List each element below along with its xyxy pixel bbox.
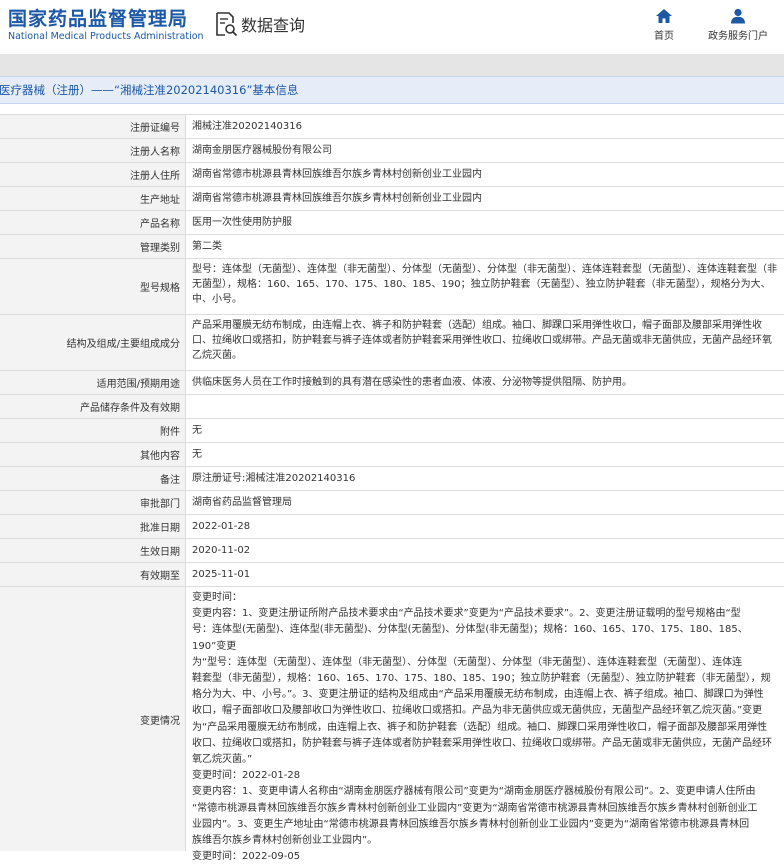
field-value: 2020-11-02 xyxy=(192,545,251,556)
field-value-text: 型号：连体型（无菌型）、连体型（非无菌型）、分体型（无菌型）、分体型（非无菌型）… xyxy=(192,264,777,305)
table-row: 适用范围/预期用途 供临床医务人员在工作时接触到的具有潜在感染性的患者血液、体液… xyxy=(0,371,784,395)
field-label: 管理类别 xyxy=(0,235,186,258)
change-line: 变更时间：2022-09-05 xyxy=(192,851,301,863)
table-row: 型号规格 型号：连体型（无菌型）、连体型（非无菌型）、分体型（无菌型）、分体型（… xyxy=(0,259,784,315)
change-line: 变更内容：1、变更注册证所附产品技术要求由“产品技术要求”变更为“产品技术要求”… xyxy=(192,608,741,620)
field-label: 产品储存条件及有效期 xyxy=(0,395,186,418)
field-value: 医用一次性使用防护服 xyxy=(192,217,292,228)
change-line: 格分为大、中、小号。”。3、变更注册证的结构及组成由“产品采用覆膜无纺布制成，由… xyxy=(192,689,764,701)
data-query-title: 数据查询 xyxy=(241,16,306,35)
field-label: 结构及组成/主要组成成分 xyxy=(0,315,186,370)
table-row: 批准日期 2022-01-28 xyxy=(0,515,784,539)
field-value: 无 xyxy=(192,425,202,436)
change-line: 鞋套型（非无菌型），规格：160、165、170、175、180、185、190… xyxy=(192,673,771,685)
field-label: 有效期至 xyxy=(0,563,186,586)
home-icon xyxy=(656,9,672,23)
table-row: 结构及组成/主要组成成分 产品采用覆膜无纺布制成，由连帽上衣、裤子和防护鞋套（选… xyxy=(0,315,784,371)
logo-title[interactable]: 国家药品监督管理局 xyxy=(8,4,188,31)
field-value: 产品采用覆膜无纺布制成，由连帽上衣、裤子和防护鞋套（选配）组成。袖口、脚踝口采用… xyxy=(186,315,784,370)
field-value: 湖南省常德市桃源县青林回族维吾尔族乡青林村创新创业工业园内 xyxy=(192,193,482,204)
field-label: 其他内容 xyxy=(0,443,186,466)
table-row: 产品名称 医用一次性使用防护服 xyxy=(0,211,784,235)
table-row: 有效期至 2025-11-01 xyxy=(0,563,784,587)
table-row-change-history: 变更情况 变更时间： 变更内容：1、变更注册证所附产品技术要求由“产品技术要求”… xyxy=(0,587,784,862)
field-label: 注册人名称 xyxy=(0,139,186,162)
field-value: 供临床医务人员在工作时接触到的具有潜在感染性的患者血液、体液、分泌物等提供阻隔、… xyxy=(192,377,632,388)
record-title-bar: 医疗器械（注册）——“湘械注准20202140316”基本信息 xyxy=(0,76,784,104)
field-label: 变更情况 xyxy=(0,587,186,851)
table-row: 审批部门 湖南省药品监督管理局 xyxy=(0,491,784,515)
field-value: 2025-11-01 xyxy=(192,569,251,580)
change-line: 族维吾尔族乡青林村创新创业工业园内”。 xyxy=(192,835,378,847)
table-row: 生产地址 湖南省常德市桃源县青林回族维吾尔族乡青林村创新创业工业园内 xyxy=(0,187,784,211)
change-line: 收口、拉绳收口或搭扣，防护鞋套与裤子连体或者防护鞋套采用弹性收口、拉绳收口或绑带… xyxy=(192,737,772,749)
field-label: 审批部门 xyxy=(0,491,186,514)
field-label: 生效日期 xyxy=(0,539,186,562)
nav-service-label: 政务服务门户 xyxy=(708,31,768,42)
nav-home-label: 首页 xyxy=(654,31,674,42)
record-title: 医疗器械（注册）——“湘械注准20202140316”基本信息 xyxy=(0,83,299,97)
change-history-content: 变更时间： 变更内容：1、变更注册证所附产品技术要求由“产品技术要求”变更为“产… xyxy=(186,587,784,862)
field-label: 批准日期 xyxy=(0,515,186,538)
change-line: 为“产品采用覆膜无纺布制成，由连帽上衣、裤子和防护鞋套（选配）组成。袖口、脚踝口… xyxy=(192,721,768,733)
field-value-text: 产品采用覆膜无纺布制成，由连帽上衣、裤子和防护鞋套（选配）组成。袖口、脚踝口采用… xyxy=(192,320,772,361)
change-line: 为“型号：连体型（无菌型）、连体型（非无菌型）、分体型（无菌型）、分体型（非无菌… xyxy=(192,656,743,668)
field-label: 注册人住所 xyxy=(0,163,186,186)
field-label: 适用范围/预期用途 xyxy=(0,371,186,394)
detail-table: 注册证编号 湘械注准20202140316 注册人名称 湖南金朋医疗器械股份有限… xyxy=(0,114,784,862)
table-row: 产品储存条件及有效期 xyxy=(0,395,784,419)
table-row: 管理类别 第二类 xyxy=(0,235,784,259)
field-value: 湘械注准20202140316 xyxy=(192,121,302,132)
table-row: 备注 原注册证号:湘械注准20202140316 xyxy=(0,467,784,491)
change-line: 变更时间： xyxy=(192,592,242,603)
field-label: 附件 xyxy=(0,419,186,442)
table-row: 生效日期 2020-11-02 xyxy=(0,539,784,563)
logo-subtitle: National Medical Products Administration xyxy=(8,31,204,42)
field-value: 无 xyxy=(192,449,202,460)
field-value: 湖南金朋医疗器械股份有限公司 xyxy=(192,145,332,156)
field-value: 湖南省常德市桃源县青林回族维吾尔族乡青林村创新创业工业园内 xyxy=(192,169,482,180)
change-line: “常德市桃源县青林回族维吾尔族乡青林村创新创业工业园内”变更为“湖南省常德市桃源… xyxy=(192,802,758,814)
table-row: 其他内容 无 xyxy=(0,443,784,467)
field-value: 2022-01-28 xyxy=(192,521,251,532)
field-label: 备注 xyxy=(0,467,186,490)
change-line: 变更时间：2022-01-28 xyxy=(192,770,301,782)
nav-service-portal[interactable]: 政务服务门户 xyxy=(700,8,776,42)
change-line: 氧乙烷灭菌。” xyxy=(192,754,253,766)
field-value xyxy=(186,395,784,418)
field-label: 生产地址 xyxy=(0,187,186,210)
header-divider xyxy=(0,54,784,76)
field-value: 第二类 xyxy=(192,241,222,252)
change-line: 变更内容：1、变更申请人名称由“湖南金朋医疗器械有限公司”变更为“湖南金朋医疗器… xyxy=(192,786,756,798)
field-value: 湖南省药品监督管理局 xyxy=(192,497,292,508)
field-value: 型号：连体型（无菌型）、连体型（非无菌型）、分体型（无菌型）、分体型（非无菌型）… xyxy=(186,259,784,314)
user-icon xyxy=(731,8,745,24)
table-row: 注册证编号 湘械注准20202140316 xyxy=(0,115,784,139)
site-header: 国家药品监督管理局 National Medical Products Admi… xyxy=(0,0,784,52)
table-row: 注册人住所 湖南省常德市桃源县青林回族维吾尔族乡青林村创新创业工业园内 xyxy=(0,163,784,187)
field-label: 型号规格 xyxy=(0,259,186,314)
change-line: 业园内”。3、变更生产地址由“常德市桃源县青林回族维吾尔族乡青林村创新创业工业园… xyxy=(192,818,750,830)
nav-home[interactable]: 首页 xyxy=(634,8,694,42)
table-row: 注册人名称 湖南金朋医疗器械股份有限公司 xyxy=(0,139,784,163)
data-query-link[interactable]: 数据查询 xyxy=(214,9,305,39)
field-label: 产品名称 xyxy=(0,211,186,234)
field-value: 原注册证号:湘械注准20202140316 xyxy=(192,473,356,484)
document-search-icon xyxy=(216,12,238,37)
field-label: 注册证编号 xyxy=(0,115,186,138)
change-line: 收口，帽子面部收口及腰部收口为弹性收口、拉绳收口或搭扣。产品为非无菌供应或无菌供… xyxy=(192,705,763,717)
table-row: 附件 无 xyxy=(0,419,784,443)
change-line: 号：连体型(无菌型)、连体型(非无菌型)、分体型(无菌型)、分体型(非无菌型)；… xyxy=(192,624,748,652)
